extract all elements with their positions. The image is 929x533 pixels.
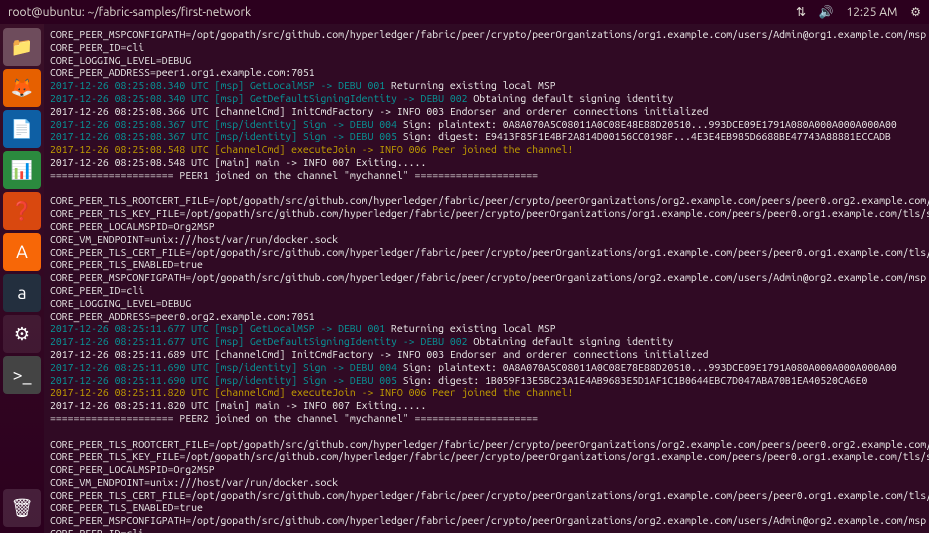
log-line: 2017-12-26 08:25:11.689 UTC [channelCmd]…	[50, 348, 709, 360]
log-line: CORE_PEER_ID=cli	[50, 527, 144, 533]
sheet-icon: 📊	[11, 160, 33, 181]
log-line: CORE_PEER_TLS_ROOTCERT_FILE=/opt/gopath/…	[50, 194, 929, 206]
folder-icon: 📁	[11, 37, 33, 58]
log-line: CORE_PEER_MSPCONFIGPATH=/opt/gopath/src/…	[50, 28, 926, 40]
log-line: 2017-12-26 08:25:11.690 UTC [msp/identit…	[50, 361, 397, 373]
window-title: root@ubuntu: ~/fabric-samples/first-netw…	[8, 6, 786, 19]
log-line: CORE_PEER_TLS_KEY_FILE=/opt/gopath/src/g…	[50, 450, 929, 462]
launcher-amazon[interactable]: a	[3, 274, 41, 312]
gear-icon: ⚙	[14, 324, 30, 345]
launcher-firefox[interactable]: 🦊	[3, 69, 41, 107]
log-line: CORE_LOGGING_LEVEL=DEBUG	[50, 297, 191, 309]
log-line: CORE_PEER_TLS_ROOTCERT_FILE=/opt/gopath/…	[50, 438, 929, 450]
log-line: CORE_PEER_TLS_ENABLED=true	[50, 501, 203, 513]
log-line: CORE_PEER_TLS_CERT_FILE=/opt/gopath/src/…	[50, 246, 929, 258]
log-line: 2017-12-26 08:25:08.340 UTC [msp] GetDef…	[50, 92, 467, 104]
terminal-output[interactable]: CORE_PEER_MSPCONFIGPATH=/opt/gopath/src/…	[44, 24, 929, 533]
log-line: CORE_PEER_TLS_CERT_FILE=/opt/gopath/src/…	[50, 489, 929, 501]
launcher-settings[interactable]: ⚙	[3, 315, 41, 353]
top-menubar: root@ubuntu: ~/fabric-samples/first-netw…	[0, 0, 929, 24]
log-line: Sign: plaintext: 0A8A070A5C08011A0C08E48…	[397, 118, 897, 130]
log-line: Sign: digest: 1B059F13E5BC23A1E4AB9683E5…	[397, 374, 867, 386]
log-line: 2017-12-26 08:25:08.548 UTC [channelCmd]…	[50, 143, 573, 155]
log-line: 2017-12-26 08:25:08.367 UTC [msp/identit…	[50, 118, 397, 130]
log-line: Returning existing local MSP	[385, 79, 556, 91]
terminal-icon: >_	[13, 365, 32, 385]
doc-icon: 📄	[11, 119, 33, 140]
log-line: 2017-12-26 08:25:08.366 UTC [channelCmd]…	[50, 105, 709, 117]
log-line: CORE_PEER_ADDRESS=peer0.org2.example.com…	[50, 310, 315, 322]
log-line: 2017-12-26 08:25:08.548 UTC [main] main …	[50, 156, 426, 168]
launcher-software[interactable]: A	[3, 233, 41, 271]
log-line: CORE_PEER_ID=cli	[50, 284, 144, 296]
log-line: CORE_PEER_MSPCONFIGPATH=/opt/gopath/src/…	[50, 514, 926, 526]
log-line: 2017-12-26 08:25:11.820 UTC [main] main …	[50, 399, 426, 411]
launcher-help[interactable]: ❓	[3, 192, 41, 230]
log-line: 2017-12-26 08:25:11.690 UTC [msp/identit…	[50, 374, 397, 386]
clock[interactable]: 12:25 AM	[846, 6, 897, 19]
log-line: CORE_PEER_TLS_ENABLED=true	[50, 258, 203, 270]
unity-launcher: 📁 🦊 📄 📊 ❓ A a ⚙ >_ 🗑	[0, 24, 44, 533]
log-line: CORE_PEER_ID=cli	[50, 41, 144, 53]
log-line: ===================== PEER2 joined on th…	[50, 412, 538, 424]
log-line: 2017-12-26 08:25:11.820 UTC [channelCmd]…	[50, 386, 573, 398]
log-line: 2017-12-26 08:25:08.367 UTC [msp/identit…	[50, 130, 397, 142]
log-line: 2017-12-26 08:25:08.340 UTC [msp] GetLoc…	[50, 79, 385, 91]
trash-icon: 🗑	[11, 498, 34, 519]
log-line: CORE_PEER_LOCALMSPID=Org2MSP	[50, 463, 215, 475]
log-line: CORE_VM_ENDPOINT=unix:///host/var/run/do…	[50, 233, 338, 245]
launcher-files[interactable]: 📁	[3, 28, 41, 66]
log-line: CORE_LOGGING_LEVEL=DEBUG	[50, 54, 191, 66]
launcher-trash[interactable]: 🗑	[3, 489, 41, 527]
log-line: CORE_PEER_ADDRESS=peer1.org1.example.com…	[50, 66, 315, 78]
log-line: CORE_PEER_LOCALMSPID=Org2MSP	[50, 220, 215, 232]
log-line: 2017-12-26 08:25:11.677 UTC [msp] GetDef…	[50, 335, 467, 347]
launcher-calc[interactable]: 📊	[3, 151, 41, 189]
firefox-icon: 🦊	[11, 78, 33, 99]
log-line: Obtaining default signing identity	[467, 92, 673, 104]
log-line: CORE_VM_ENDPOINT=unix:///host/var/run/do…	[50, 476, 338, 488]
log-line: CORE_PEER_TLS_KEY_FILE=/opt/gopath/src/g…	[50, 207, 929, 219]
log-line: 2017-12-26 08:25:11.677 UTC [msp] GetLoc…	[50, 322, 385, 334]
log-line: ===================== PEER1 joined on th…	[50, 169, 538, 181]
launcher-terminal[interactable]: >_	[3, 356, 41, 394]
system-indicators[interactable]: ⇅ 🔊 12:25 AM ⚙	[786, 5, 921, 19]
help-icon: ❓	[11, 201, 33, 222]
log-line: Obtaining default signing identity	[467, 335, 673, 347]
log-line: Sign: plaintext: 0A8A070A5C08011A0C08E78…	[397, 361, 897, 373]
log-line: Sign: digest: E9413F85F1E4BF2A814D00156C…	[397, 130, 891, 142]
software-icon: A	[16, 242, 28, 262]
gear-icon[interactable]: ⚙	[910, 6, 921, 19]
network-icon[interactable]: ⇅	[796, 6, 806, 19]
log-line: CORE_PEER_MSPCONFIGPATH=/opt/gopath/src/…	[50, 271, 926, 283]
amazon-icon: a	[17, 283, 26, 303]
sound-icon[interactable]: 🔊	[819, 6, 834, 19]
log-line: Returning existing local MSP	[385, 322, 556, 334]
launcher-writer[interactable]: 📄	[3, 110, 41, 148]
